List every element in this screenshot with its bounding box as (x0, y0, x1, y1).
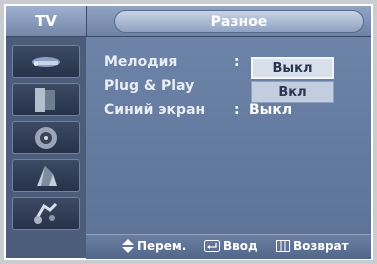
osd-screen: TV Разное Мелодия: Plug & Play Синий эк… (0, 0, 377, 264)
menu-icon-column (6, 37, 86, 234)
menu-row-value: Выкл (249, 102, 293, 118)
menu-header: TV Разное (6, 6, 371, 37)
melody-dropdown[interactable]: Выкл Вкл (251, 57, 334, 103)
dropdown-option-off[interactable]: Выкл (251, 57, 334, 79)
footer-move-hint: Перем. (122, 239, 186, 253)
menu-frame: TV Разное Мелодия: Plug & Play Синий эк… (4, 4, 373, 260)
dropdown-option-on[interactable]: Вкл (251, 81, 334, 103)
sidebar-item-input[interactable] (12, 197, 80, 230)
input-icon (34, 202, 58, 224)
return-icon (276, 240, 290, 252)
sidebar-item-picture[interactable] (12, 45, 80, 78)
footer-return-label: Возврат (293, 239, 349, 253)
footer-return-hint: Возврат (276, 239, 349, 253)
sidebar-item-setup[interactable] (12, 159, 80, 192)
menu-content-panel: Мелодия : Plug & Play Синий экран : Выкл… (86, 37, 371, 234)
updown-arrow-icon (122, 239, 134, 253)
menu-row-label: Мелодия (104, 54, 178, 70)
menu-row-label: Plug & Play (104, 78, 195, 94)
footer-enter-hint: Ввод (204, 239, 258, 253)
channel-icon (35, 126, 57, 149)
enter-icon (204, 240, 220, 252)
footer-spacer (6, 234, 86, 258)
sound-icon (35, 87, 55, 112)
menu-row-colon: : (234, 102, 240, 118)
menu-title: Разное (114, 10, 364, 33)
picture-icon (32, 56, 60, 67)
menu-row-label: Синий экран (104, 102, 206, 118)
tv-source-tab[interactable]: TV (6, 6, 87, 36)
menu-footer: Перем. Ввод Возврат (86, 234, 371, 259)
setup-icon (37, 165, 57, 186)
menu-row-colon: : (234, 54, 240, 70)
sidebar-item-channel[interactable] (12, 121, 80, 154)
sidebar-item-sound[interactable] (12, 83, 80, 116)
footer-enter-label: Ввод (223, 239, 258, 253)
footer-move-label: Перем. (137, 239, 187, 253)
